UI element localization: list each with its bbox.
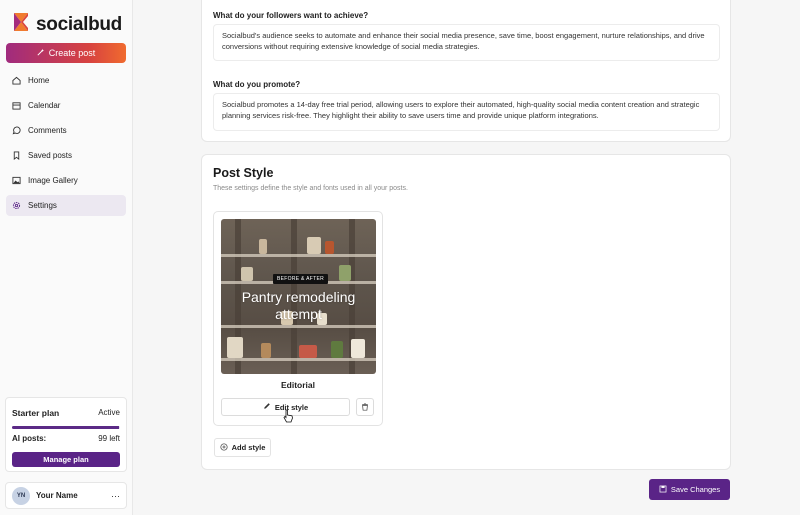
ai-posts-value: 99 left	[98, 434, 120, 443]
sidebar-item-settings[interactable]: Settings	[6, 195, 126, 216]
post-style-title: Post Style	[213, 166, 274, 180]
sidebar-item-label: Calendar	[28, 101, 61, 110]
style-name: Editorial	[280, 380, 315, 390]
plan-status: Active	[98, 408, 120, 417]
post-style-subtitle: These settings define the style and font…	[213, 185, 408, 192]
save-changes-label: Save Changes	[670, 485, 721, 494]
image-icon	[12, 176, 21, 185]
sidebar-item-calendar[interactable]: Calendar	[6, 95, 126, 116]
sidebar-item-label: Settings	[28, 201, 57, 210]
user-menu[interactable]: YN Your Name ···	[5, 482, 127, 509]
plan-header: Starter plan Active	[12, 408, 120, 418]
add-style-button[interactable]: Add style	[214, 438, 271, 457]
ai-posts-row: AI posts: 99 left	[12, 434, 120, 443]
post-style-card: Post Style These settings define the sty…	[201, 154, 731, 470]
magic-wand-icon	[37, 48, 45, 58]
sidebar-item-saved-posts[interactable]: Saved posts	[6, 145, 126, 166]
more-options-icon[interactable]: ···	[111, 491, 120, 501]
sidebar-item-comments[interactable]: Comments	[6, 120, 126, 141]
style-badge: BEFORE & AFTER	[273, 274, 328, 284]
brand-name: socialbud	[36, 13, 122, 35]
sidebar-item-image-gallery[interactable]: Image Gallery	[6, 170, 126, 191]
bookmark-icon	[12, 151, 21, 160]
sidebar-item-home[interactable]: Home	[6, 70, 126, 91]
create-post-label: Create post	[48, 48, 96, 58]
followers-goal-field[interactable]: Socialbud's audience seeks to automate a…	[213, 24, 720, 61]
ai-posts-progress-fill	[12, 426, 119, 429]
sidebar-item-label: Home	[28, 76, 50, 85]
plan-card: Starter plan Active AI posts: 99 left Ma…	[5, 397, 127, 472]
pointer-cursor-icon	[282, 409, 294, 428]
sidebar-item-label: Comments	[28, 126, 67, 135]
avatar: YN	[12, 486, 30, 505]
home-icon	[12, 76, 21, 85]
sidebar: socialbud Create post Home Calendar Comm…	[0, 0, 133, 515]
plan-name: Starter plan	[12, 408, 60, 418]
ai-posts-progress	[12, 426, 120, 429]
socialbud-logo-icon	[12, 11, 32, 38]
audience-card: What do your followers want to achieve? …	[201, 0, 731, 142]
calendar-icon	[12, 101, 21, 110]
manage-plan-button[interactable]: Manage plan	[12, 452, 120, 467]
create-post-button[interactable]: Create post	[6, 43, 126, 63]
comment-icon	[12, 126, 21, 135]
style-item: BEFORE & AFTER Pantry remodeling attempt…	[213, 211, 383, 426]
user-name: Your Name	[36, 491, 78, 500]
sidebar-item-label: Saved posts	[28, 151, 73, 160]
logo[interactable]: socialbud	[12, 11, 122, 38]
sidebar-nav: Home Calendar Comments Saved posts Image…	[6, 70, 126, 220]
style-preview-image: BEFORE & AFTER Pantry remodeling attempt	[221, 219, 376, 374]
add-style-label: Add style	[231, 443, 266, 452]
plus-circle-icon	[220, 442, 228, 453]
save-icon	[659, 485, 667, 495]
promote-field[interactable]: Socialbud promotes a 14-day free trial p…	[213, 93, 720, 131]
ai-posts-label: AI posts:	[12, 434, 47, 443]
trash-icon	[361, 398, 369, 416]
delete-style-button[interactable]	[356, 398, 374, 416]
followers-goal-label: What do your followers want to achieve?	[213, 11, 369, 20]
style-preview-title: Pantry remodeling attempt	[241, 289, 356, 322]
save-changes-button[interactable]: Save Changes	[649, 479, 730, 500]
sidebar-item-label: Image Gallery	[28, 176, 78, 185]
gear-icon	[12, 201, 21, 210]
pencil-icon	[263, 402, 271, 412]
promote-label: What do you promote?	[213, 80, 301, 89]
